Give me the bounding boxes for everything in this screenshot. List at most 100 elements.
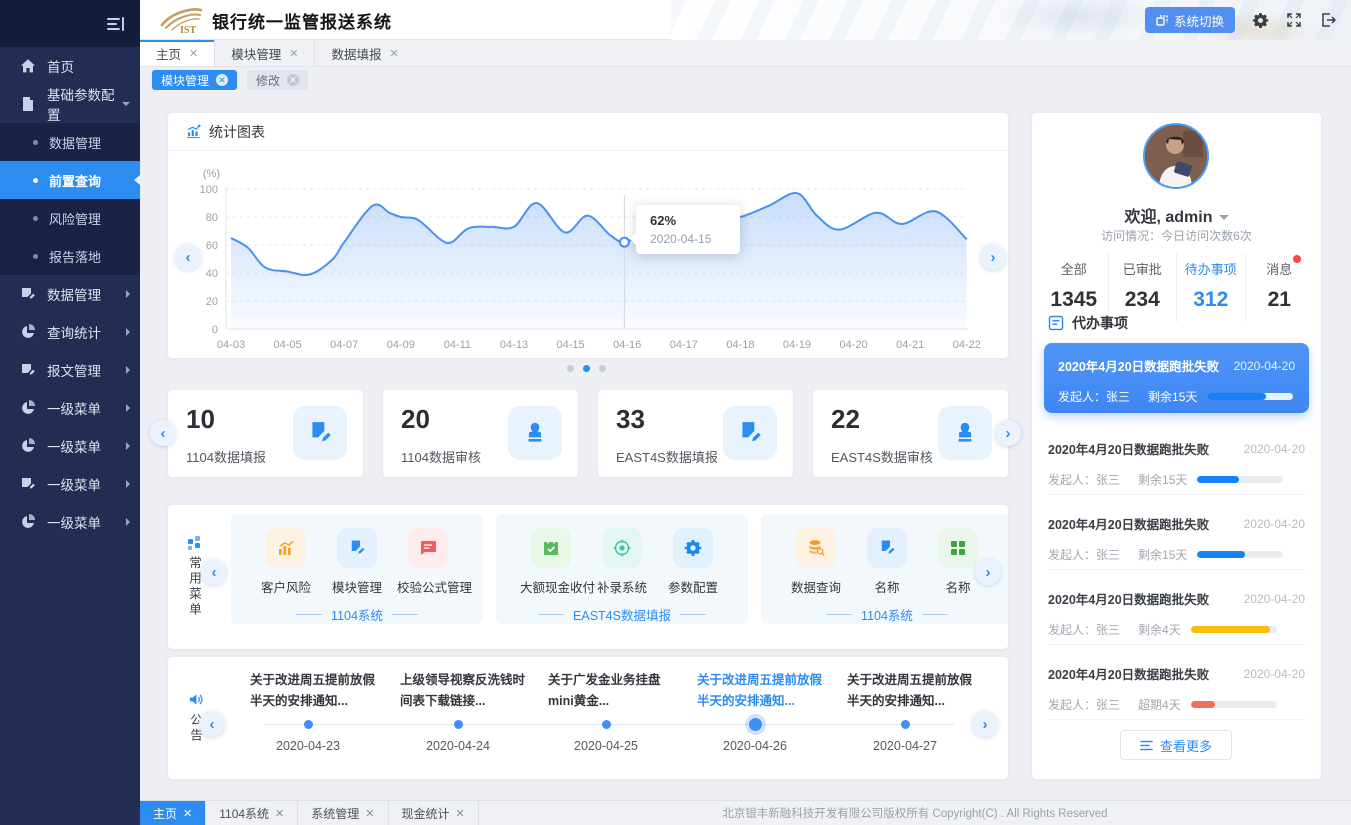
visit-info: 访问情况：今日访问次数6次 <box>1032 227 1321 244</box>
close-tab-icon[interactable]: ✕ <box>456 807 465 820</box>
avatar[interactable] <box>1143 123 1209 189</box>
sidebar-item-level1-menu-4[interactable]: 一级菜单 <box>0 503 140 541</box>
sidebar-item-home[interactable]: 首页 <box>0 47 140 85</box>
quick-menu-group-name: EAST4S数据填报 <box>520 605 724 624</box>
progress-bar <box>1197 476 1283 483</box>
todo-item[interactable]: 2020年4月20日数据跑批失败 2020-04-20 发起人：张三 超期4天 <box>1048 650 1305 720</box>
todo-item[interactable]: 2020年4月20日数据跑批失败 2020-04-20 发起人：张三 剩余15天 <box>1048 500 1305 570</box>
quick-menu-item-supplement-system[interactable]: 补录系统 <box>591 528 653 596</box>
close-tab-icon[interactable]: ✕ <box>183 807 192 820</box>
todo-item[interactable]: 2020年4月20日数据跑批失败 2020-04-20 发起人：张三 剩余4天 <box>1048 575 1305 645</box>
sidebar-item-data-management[interactable]: 数据管理 <box>0 275 140 313</box>
timeline-dot[interactable] <box>304 720 313 729</box>
message-icon <box>408 528 448 568</box>
collapse-menu-icon[interactable] <box>106 16 126 32</box>
stat-messages[interactable]: 消息 21 <box>1245 253 1314 322</box>
chip-modify[interactable]: 修改✕ <box>247 70 308 90</box>
sidebar-subitem-label: 风险管理 <box>49 209 101 228</box>
quick-menu-next-button[interactable]: › <box>975 559 1001 585</box>
stats-next-button[interactable]: › <box>995 420 1021 446</box>
statistics-chart-card: 统计图表 020406080100(%)04-0304-0504-0704-09… <box>168 113 1008 358</box>
bottom-tab-home[interactable]: 主页✕ <box>140 801 206 825</box>
stat-card-1104-review[interactable]: 20 1104数据审核 <box>383 390 578 477</box>
sidebar-item-query-stats[interactable]: 查询统计 <box>0 313 140 351</box>
announcements-prev-button[interactable]: ‹ <box>199 711 225 737</box>
document-edit-icon <box>20 476 36 492</box>
close-tab-icon[interactable]: ✕ <box>389 47 398 60</box>
tab-home[interactable]: 主页✕ <box>140 40 214 66</box>
timeline-dot[interactable] <box>454 720 463 729</box>
switch-icon <box>1156 14 1168 26</box>
sidebar-subitem-data-management[interactable]: 数据管理 <box>0 123 140 161</box>
chart-next-button[interactable]: › <box>980 244 1006 270</box>
svg-text:04-20: 04-20 <box>840 339 868 351</box>
quick-menu-item-validation-formula[interactable]: 校验公式管理 <box>397 528 459 596</box>
fullscreen-icon[interactable] <box>1286 12 1303 29</box>
announcement-title[interactable]: 关于改进周五提前放假半天的安排通知... <box>847 670 981 712</box>
quick-menu-item-customer-risk[interactable]: 客户风险 <box>255 528 317 596</box>
stats-prev-button[interactable]: ‹ <box>150 420 176 446</box>
logout-icon[interactable] <box>1320 12 1337 29</box>
sidebar-item-label: 基础参数配置 <box>47 84 122 124</box>
stat-card-1104-filling[interactable]: 10 1104数据填报 <box>168 390 363 477</box>
stat-todo[interactable]: 待办事项 312 <box>1176 253 1245 322</box>
todo-item-active[interactable]: 2020年4月20日数据跑批失败 2020-04-20 发起人：张三 剩余15天 <box>1044 343 1309 413</box>
stat-approved[interactable]: 已审批 234 <box>1108 253 1177 322</box>
stat-all[interactable]: 全部 1345 <box>1040 253 1108 322</box>
system-switch-button[interactable]: 系统切换 <box>1145 7 1235 33</box>
sidebar-item-level1-menu-1[interactable]: 一级菜单 <box>0 389 140 427</box>
bar-chart-icon <box>266 528 306 568</box>
sidebar-item-message-management[interactable]: 报文管理 <box>0 351 140 389</box>
quick-menu-item-module-management[interactable]: 模块管理 <box>326 528 388 596</box>
bottom-tab-system-management[interactable]: 系统管理✕ <box>298 801 388 825</box>
quick-menu-item-param-config[interactable]: 参数配置 <box>662 528 724 596</box>
sidebar-subitem-report-landing[interactable]: 报告落地 <box>0 237 140 275</box>
announcement-date: 2020-04-24 <box>408 739 508 753</box>
chart-prev-button[interactable]: ‹ <box>175 244 201 270</box>
sidebar-item-base-params[interactable]: 基础参数配置 <box>0 85 140 123</box>
view-more-button[interactable]: 查看更多 <box>1120 730 1232 760</box>
bottom-tab-cash-stats[interactable]: 现金统计✕ <box>389 801 479 825</box>
chevron-right-icon <box>126 442 130 450</box>
announcement-title[interactable]: 关于改进周五提前放假半天的安排通知... <box>250 670 384 712</box>
chevron-down-icon <box>122 102 130 106</box>
chip-module-management[interactable]: 模块管理✕ <box>152 70 237 90</box>
main-content: 统计图表 020406080100(%)04-0304-0504-0704-09… <box>140 93 1351 800</box>
pagination-dot[interactable] <box>599 365 606 372</box>
quick-menu-item-data-query[interactable]: 数据查询 <box>785 528 847 596</box>
quick-menu-item-large-cash[interactable]: 大额现金收付 <box>520 528 582 596</box>
welcome-text[interactable]: 欢迎, admin <box>1032 203 1321 227</box>
close-tab-icon[interactable]: ✕ <box>365 807 374 820</box>
sidebar-item-level1-menu-2[interactable]: 一级菜单 <box>0 427 140 465</box>
sidebar-subitem-pre-query-active[interactable]: 前置查询 <box>0 161 140 199</box>
close-tab-icon[interactable]: ✕ <box>189 47 198 60</box>
announcement-title[interactable]: 关于广发金业务挂盘mini黄金... <box>548 670 682 712</box>
timeline-dot[interactable] <box>602 720 611 729</box>
timeline-dot-active[interactable] <box>749 718 762 731</box>
close-icon[interactable]: ✕ <box>287 74 299 86</box>
stat-card-east4s-filling[interactable]: 33 EAST4S数据填报 <box>598 390 793 477</box>
timeline-dot[interactable] <box>901 720 910 729</box>
close-tab-icon[interactable]: ✕ <box>289 47 298 60</box>
tab-data-filling[interactable]: 数据填报✕ <box>314 40 414 66</box>
todo-item[interactable]: 2020年4月20日数据跑批失败 2020-04-20 发起人：张三 剩余15天 <box>1048 425 1305 495</box>
sidebar-item-level1-menu-3[interactable]: 一级菜单 <box>0 465 140 503</box>
announcement-title[interactable]: 上级领导视察反洗钱时间表下载链接... <box>400 670 534 712</box>
quick-menu-prev-button[interactable]: ‹ <box>201 559 227 585</box>
settings-gear-icon[interactable] <box>1252 12 1269 29</box>
bottom-tab-1104[interactable]: 1104系统✕ <box>206 801 298 825</box>
close-icon[interactable]: ✕ <box>216 74 228 86</box>
announcement-date: 2020-04-27 <box>855 739 955 753</box>
pie-chart-icon <box>20 514 36 530</box>
sidebar-subitem-risk-management[interactable]: 风险管理 <box>0 199 140 237</box>
quick-menu-item-name-1[interactable]: 名称 <box>856 528 918 596</box>
document-edit-icon <box>20 286 36 302</box>
stat-card-east4s-review[interactable]: 22 EAST4S数据审核 <box>813 390 1008 477</box>
pagination-dot-active[interactable] <box>583 365 590 372</box>
close-tab-icon[interactable]: ✕ <box>275 807 284 820</box>
announcement-title-active[interactable]: 关于改进周五提前放假半天的安排通知... <box>697 670 831 712</box>
announcements-next-button[interactable]: › <box>972 711 998 737</box>
app-logo: IST 银行统一监管报送系统 <box>158 5 392 35</box>
pagination-dot[interactable] <box>567 365 574 372</box>
tab-module-management[interactable]: 模块管理✕ <box>214 40 314 66</box>
